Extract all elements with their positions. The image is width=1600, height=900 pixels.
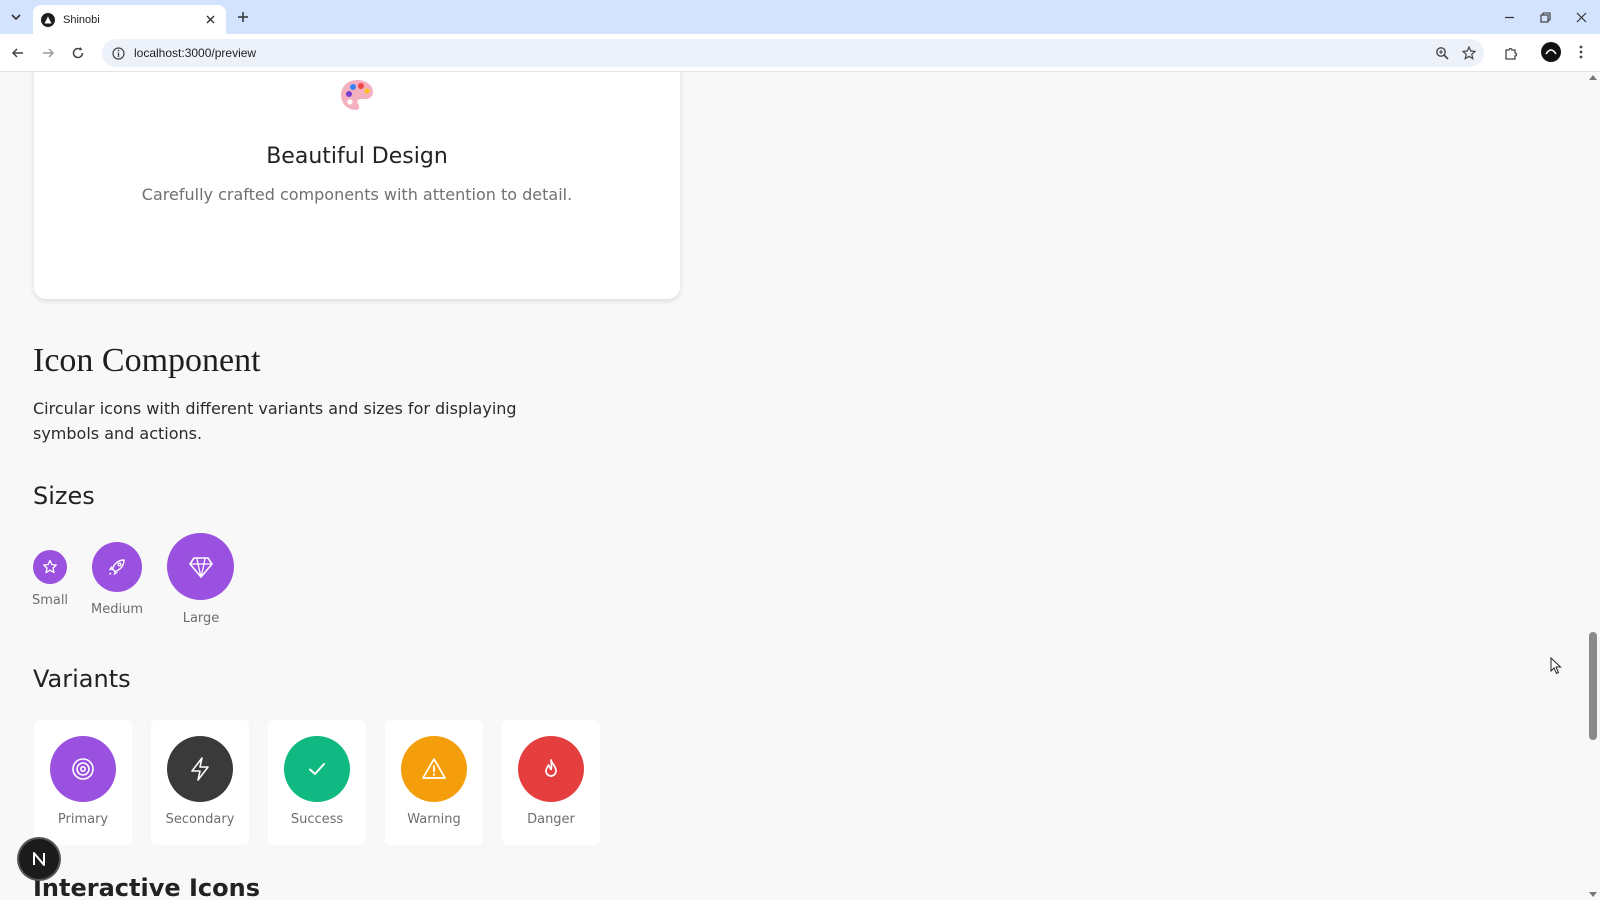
- address-bar[interactable]: localhost:3000/preview: [102, 39, 1484, 67]
- feature-card-description: Carefully crafted components with attent…: [141, 185, 573, 204]
- tab-search-chevron-icon[interactable]: [6, 7, 26, 27]
- feature-card-beautiful-design: Beautiful Design Carefully crafted compo…: [34, 72, 680, 299]
- interactive-icons-heading: Interactive Icons: [33, 874, 261, 900]
- scroll-thumb[interactable]: [1589, 632, 1597, 740]
- variant-card-danger: Danger: [502, 720, 600, 845]
- forward-arrow-icon[interactable]: [38, 43, 58, 63]
- tab-title: Shinobi: [63, 13, 100, 26]
- url-text: localhost:3000/preview: [134, 46, 257, 60]
- rocket-icon[interactable]: [92, 542, 142, 592]
- check-icon[interactable]: [284, 736, 350, 802]
- variant-label-danger: Danger: [527, 812, 575, 827]
- variant-label-warning: Warning: [407, 812, 461, 827]
- variant-card-secondary: Secondary: [151, 720, 249, 845]
- size-label-large: Large: [182, 611, 220, 626]
- back-arrow-icon[interactable]: [8, 43, 28, 63]
- browser-toolbar: localhost:3000/preview: [0, 34, 1600, 72]
- scroll-down-arrow-icon[interactable]: [1589, 892, 1597, 897]
- new-tab-plus-icon[interactable]: [234, 8, 252, 26]
- feature-card-title: Beautiful Design: [266, 144, 448, 169]
- variant-label-primary: Primary: [57, 812, 109, 827]
- lightning-icon[interactable]: [167, 736, 233, 802]
- warning-icon[interactable]: [401, 736, 467, 802]
- variant-label-secondary: Secondary: [165, 812, 235, 827]
- reload-icon[interactable]: [68, 43, 88, 63]
- section-description: Circular icons with different variants a…: [33, 399, 517, 443]
- tab-close-icon[interactable]: [202, 12, 218, 28]
- page-viewport: Beautiful Design Carefully crafted compo…: [0, 72, 1586, 900]
- minimize-icon[interactable]: [1498, 6, 1520, 28]
- tab-strip: Shinobi: [0, 0, 1600, 34]
- target-icon[interactable]: [50, 736, 116, 802]
- browser-menu-icon[interactable]: [1573, 43, 1589, 61]
- star-icon[interactable]: [33, 550, 67, 584]
- diamond-icon[interactable]: [167, 533, 234, 600]
- variant-card-success: Success: [268, 720, 366, 845]
- flame-icon[interactable]: [518, 736, 584, 802]
- variant-card-primary: Primary: [34, 720, 132, 845]
- bookmark-star-icon[interactable]: [1459, 43, 1479, 63]
- shinobi-favicon-icon: [41, 12, 55, 27]
- page-scrollbar[interactable]: [1586, 72, 1600, 900]
- extensions-puzzle-icon[interactable]: [1501, 43, 1521, 63]
- browser-tab[interactable]: Shinobi: [33, 5, 226, 34]
- variant-card-warning: Warning: [385, 720, 483, 845]
- variants-heading: Variants: [33, 665, 131, 693]
- nextjs-dev-badge[interactable]: [19, 839, 59, 879]
- restore-icon[interactable]: [1534, 6, 1556, 28]
- site-info-icon[interactable]: [110, 45, 126, 61]
- palette-icon: [341, 80, 373, 110]
- profile-avatar[interactable]: [1541, 42, 1561, 62]
- mouse-cursor-icon: [1550, 657, 1562, 675]
- scroll-up-arrow-icon[interactable]: [1589, 75, 1597, 80]
- variant-label-success: Success: [290, 812, 344, 827]
- zoom-icon[interactable]: [1432, 43, 1452, 63]
- close-window-icon[interactable]: [1570, 6, 1592, 28]
- n-logo-icon: [33, 852, 45, 866]
- sizes-heading: Sizes: [33, 482, 95, 510]
- section-title: Icon Component: [33, 342, 261, 379]
